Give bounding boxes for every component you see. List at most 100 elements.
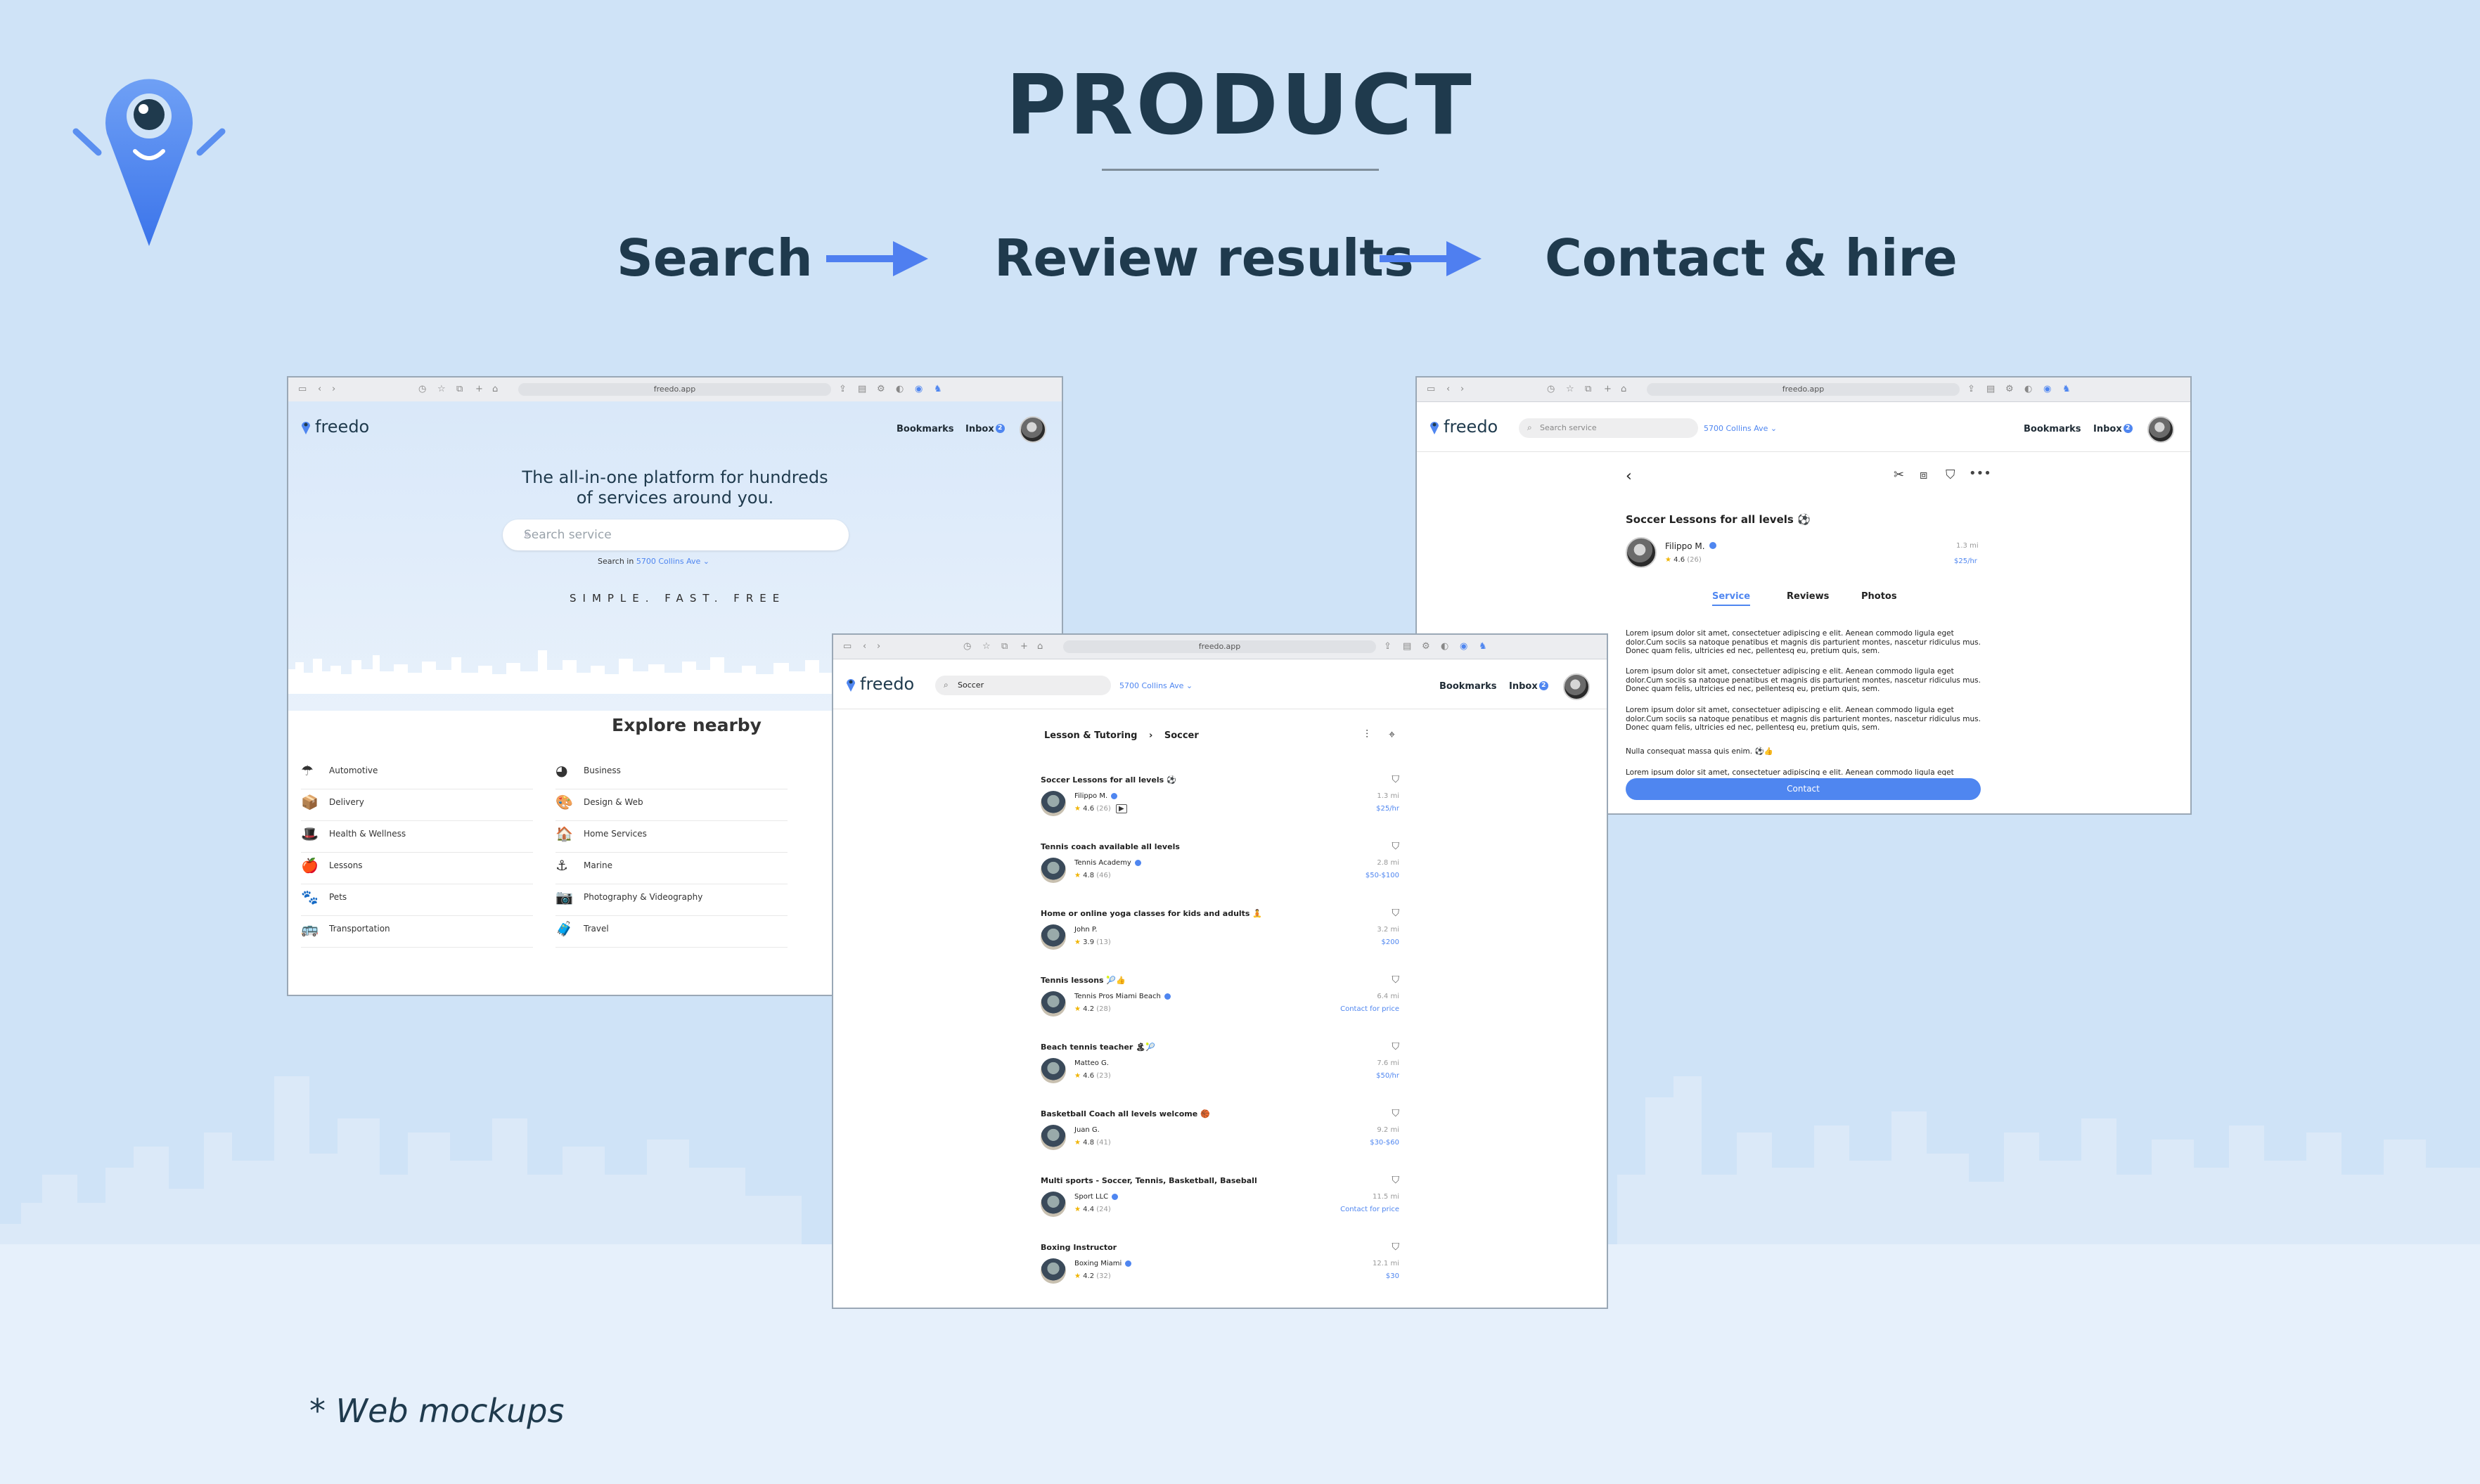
history-icon[interactable]: ◷ [418, 384, 426, 395]
tab-photos[interactable]: Photos [1861, 591, 1897, 602]
tabs-icon[interactable]: ⧉ [1001, 641, 1008, 652]
reader-icon[interactable]: ▤ [1403, 641, 1411, 652]
avatar[interactable] [2147, 416, 2174, 443]
brand-logo[interactable]: freedo [846, 674, 914, 694]
reader-icon[interactable]: ▤ [1986, 384, 1995, 395]
bookmark-icon[interactable]: ⛉ [1392, 1108, 1400, 1119]
location-selector[interactable]: 5700 Collins Ave ⌄ [1119, 681, 1193, 690]
home-icon[interactable]: ⌂ [492, 384, 498, 395]
category-photography[interactable]: 📷 Photography & Videography [555, 889, 788, 916]
tab-reviews[interactable]: Reviews [1787, 591, 1829, 602]
provider-name[interactable]: Filippo M. [1665, 541, 1716, 551]
settings-icon[interactable]: ⚙ [1422, 641, 1430, 652]
contrast-icon[interactable]: ◐ [896, 384, 904, 395]
location-selector[interactable]: 5700 Collins Ave ⌄ [1704, 424, 1777, 433]
history-icon[interactable]: ◷ [1547, 384, 1555, 395]
plus-icon[interactable]: + [1020, 641, 1028, 652]
breadcrumb-parent[interactable]: Lesson & Tutoring [1044, 730, 1137, 741]
sidebar-icon[interactable]: ▭ [843, 641, 852, 652]
back-icon[interactable]: ‹ [1446, 384, 1450, 395]
list-item[interactable]: Basketball Coach all levels welcome 🏀 ⛉ … [1041, 1108, 1400, 1176]
search-input[interactable]: ⌕ Soccer [935, 676, 1111, 695]
star-icon[interactable]: ☆ [1566, 384, 1574, 395]
sidebar-icon[interactable]: ▭ [1427, 384, 1435, 395]
forward-icon[interactable]: › [1460, 384, 1464, 395]
back-icon[interactable]: ‹ [863, 641, 866, 652]
forward-icon[interactable]: › [332, 384, 335, 395]
tabs-icon[interactable]: ⧉ [1585, 384, 1591, 395]
category-health-wellness[interactable]: 🎩 Health & Wellness [301, 825, 533, 853]
share-icon[interactable]: ⇪ [839, 384, 847, 395]
settings-icon[interactable]: ⚙ [877, 384, 885, 395]
bookmarks-link[interactable]: Bookmarks [2024, 424, 2081, 434]
tab-service[interactable]: Service [1712, 591, 1751, 606]
location-link[interactable]: 5700 Collins Ave [636, 557, 700, 566]
bookmark-icon[interactable]: ⛉ [1392, 774, 1400, 785]
search-location[interactable]: Search in 5700 Collins Ave ⌄ [598, 557, 709, 566]
history-icon[interactable]: ◷ [963, 641, 971, 652]
bookmark-icon[interactable]: ⛉ [1392, 974, 1400, 986]
plus-icon[interactable]: + [1604, 384, 1612, 395]
provider-avatar[interactable] [1626, 537, 1657, 568]
bookmark-icon[interactable]: ⛉ [1946, 467, 1955, 482]
extension-icon[interactable]: ◉ [915, 384, 923, 395]
tabs-icon[interactable]: ⧉ [456, 384, 463, 395]
share-icon[interactable]: ⇪ [1967, 384, 1975, 395]
inbox-link[interactable]: Inbox 2 [2093, 424, 2133, 434]
bookmark-icon[interactable]: ⛉ [1392, 1175, 1400, 1186]
list-item[interactable]: Beach tennis teacher 🏝🎾 ⛉ Matteo G. ★ 4.… [1041, 1041, 1399, 1109]
list-item[interactable]: Boxing Instructor ⛉ Boxing Miami ★ 4.2 (… [1041, 1241, 1400, 1308]
inbox-link[interactable]: Inbox 2 [965, 424, 1005, 434]
home-icon[interactable]: ⌂ [1037, 641, 1043, 652]
category-pets[interactable]: 🐾 Pets [301, 889, 533, 916]
screen-share-icon[interactable]: ⧈ [1920, 467, 1927, 482]
share-icon[interactable]: ⇪ [1384, 641, 1392, 652]
url-bar[interactable]: freedo.app [1647, 383, 1960, 396]
filter-sliders-icon[interactable]: ⫶ [1366, 728, 1368, 742]
settings-icon[interactable]: ⚙ [2005, 384, 2014, 395]
back-arrow-icon[interactable]: ‹ [1626, 467, 1632, 485]
category-travel[interactable]: 🧳 Travel [555, 920, 788, 948]
star-icon[interactable]: ☆ [982, 641, 991, 652]
forward-icon[interactable]: › [877, 641, 880, 652]
category-automotive[interactable]: ☂ Automotive [301, 762, 533, 789]
category-business[interactable]: ◕ Business [555, 762, 788, 789]
category-lessons[interactable]: 🍎 Lessons [301, 857, 533, 884]
category-transportation[interactable]: 🚌 Transportation [301, 920, 533, 948]
inbox-link[interactable]: Inbox 2 [1509, 681, 1548, 692]
extension-icon[interactable]: ◉ [2043, 384, 2051, 395]
back-icon[interactable]: ‹ [318, 384, 321, 395]
category-design-web[interactable]: 🎨 Design & Web [555, 794, 788, 821]
bookmark-icon[interactable]: ⛉ [1392, 908, 1400, 919]
contrast-icon[interactable]: ◐ [1441, 641, 1448, 652]
plus-icon[interactable]: + [475, 384, 483, 395]
category-home-services[interactable]: 🏠 Home Services [555, 825, 788, 853]
share-scissors-icon[interactable]: ✂ [1894, 467, 1904, 482]
bookmarks-link[interactable]: Bookmarks [897, 424, 954, 434]
reader-icon[interactable]: ▤ [858, 384, 866, 395]
home-icon[interactable]: ⌂ [1621, 384, 1626, 395]
brand-logo[interactable]: freedo [1429, 417, 1498, 437]
search-icon[interactable]: ⌕ [524, 527, 833, 541]
url-bar[interactable]: freedo.app [518, 383, 831, 396]
category-marine[interactable]: ⚓ Marine [555, 857, 788, 884]
list-item[interactable]: Tennis lessons 🎾👍 ⛉ Tennis Pros Miami Be… [1041, 974, 1400, 1043]
brand-logo[interactable]: freedo [301, 417, 369, 437]
bookmark-icon[interactable]: ⛉ [1392, 841, 1400, 852]
map-pin-icon[interactable]: ⌖ [1389, 728, 1395, 742]
pin-extension-icon[interactable]: ♞ [1479, 641, 1487, 652]
url-bar[interactable]: freedo.app [1063, 640, 1376, 653]
list-item[interactable]: Tennis coach available all levels ⛉ Tenn… [1041, 841, 1400, 909]
list-item[interactable]: Home or online yoga classes for kids and… [1041, 908, 1400, 976]
pin-extension-icon[interactable]: ♞ [934, 384, 942, 395]
avatar[interactable] [1563, 673, 1590, 700]
search-input[interactable]: ⌕ Search service [1519, 418, 1698, 438]
star-icon[interactable]: ☆ [437, 384, 446, 395]
extension-icon[interactable]: ◉ [1460, 641, 1467, 652]
contact-button[interactable]: Contact [1626, 778, 1981, 800]
list-item[interactable]: Soccer Lessons for all levels ⚽ ⛉ Filipp… [1041, 774, 1400, 842]
more-options-icon[interactable]: ••• [1969, 466, 1991, 481]
bookmark-icon[interactable]: ⛉ [1392, 1241, 1400, 1253]
pin-extension-icon[interactable]: ♞ [2062, 384, 2071, 395]
sidebar-icon[interactable]: ▭ [298, 384, 307, 395]
